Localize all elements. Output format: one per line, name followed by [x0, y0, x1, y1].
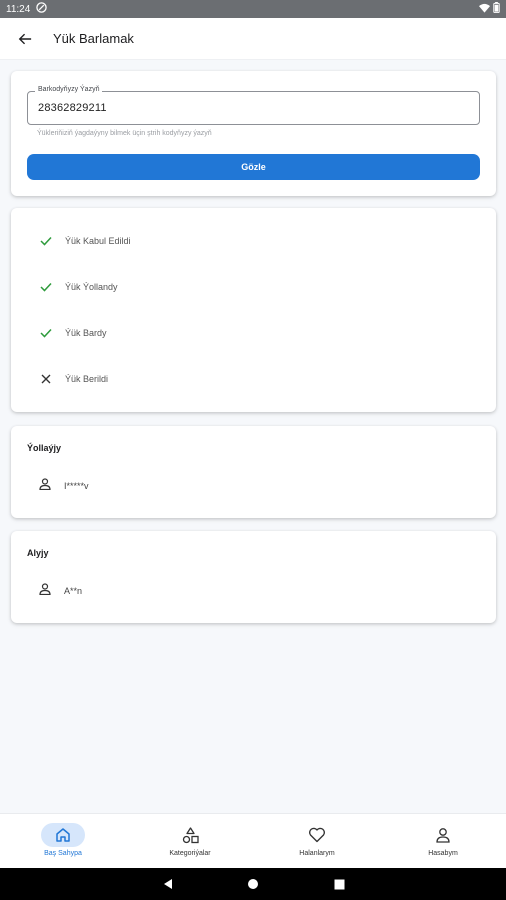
wifi-icon: [479, 3, 490, 16]
app-bar: Yük Barlamak: [0, 18, 506, 60]
receiver-card: Alyjy A**n: [11, 531, 496, 623]
person-icon: [39, 477, 51, 495]
check-icon: [39, 280, 53, 294]
status-row-arrived: Ýük Bardy: [39, 326, 107, 340]
system-home-icon[interactable]: [245, 876, 261, 892]
categories-icon[interactable]: [168, 823, 212, 847]
nav-item-categories[interactable]: Kategoriýalar: [140, 814, 240, 869]
shipment-status-card: Ýük Kabul Edildi Ýük Ýollandy Ýük Bardy …: [11, 208, 496, 412]
notification-icon: [36, 2, 48, 16]
home-icon[interactable]: [41, 823, 85, 847]
barcode-input-value[interactable]: 28362829211: [38, 102, 107, 114]
status-row-received: Ýük Kabul Edildi: [39, 234, 131, 248]
nav-item-home[interactable]: Baş Sahypa: [13, 814, 113, 869]
search-card: Barkodyňyzy Ýazyň 28362829211 Ýükleriňiz…: [11, 71, 496, 196]
close-icon: [39, 372, 53, 386]
system-back-icon[interactable]: [160, 876, 176, 892]
nav-label: Kategoriýalar: [169, 850, 211, 857]
system-navigation-bar: [0, 868, 506, 900]
search-button[interactable]: Gözle: [27, 154, 480, 180]
nav-item-favorites[interactable]: Halanlarym: [267, 814, 367, 869]
receiver-name: A**n: [64, 586, 83, 596]
nav-label: Baş Sahypa: [44, 850, 82, 857]
status-label: Ýük Ýollandy: [65, 282, 118, 292]
nav-item-account[interactable]: Hasabym: [393, 814, 493, 869]
receiver-title: Alyjy: [27, 548, 49, 558]
check-icon: [39, 234, 53, 248]
status-row-sent: Ýük Ýollandy: [39, 280, 118, 294]
sender-row: I*****v: [39, 477, 89, 495]
sender-title: Ýollaýjy: [27, 443, 62, 453]
person-icon: [39, 582, 51, 600]
heart-icon[interactable]: [295, 823, 339, 847]
check-icon: [39, 326, 53, 340]
barcode-input-label: Barkodyňyzy Ýazyň: [35, 86, 103, 93]
back-arrow-icon[interactable]: [14, 28, 36, 50]
page-title: Yük Barlamak: [53, 31, 134, 46]
status-label: Ýük Kabul Edildi: [65, 236, 131, 246]
system-status-bar: 11:24: [0, 0, 506, 18]
status-label: Ýük Berildi: [65, 374, 109, 384]
sender-card: Ýollaýjy I*****v: [11, 426, 496, 518]
status-label: Ýük Bardy: [65, 328, 107, 338]
barcode-helper-text: Ýükleriňiziň ýagdaýyny bilmek üçin ştrih…: [37, 130, 212, 137]
battery-icon: [493, 2, 500, 16]
sender-name: I*****v: [64, 481, 89, 491]
status-time: 11:24: [6, 3, 31, 15]
barcode-input[interactable]: Barkodyňyzy Ýazyň 28362829211: [27, 86, 480, 125]
status-row-delivered: Ýük Berildi: [39, 372, 108, 386]
bottom-navigation: Baş Sahypa Kategoriýalar Halanlarym Hasa…: [0, 813, 506, 868]
system-recents-icon[interactable]: [331, 876, 347, 892]
nav-label: Hasabym: [428, 850, 458, 857]
receiver-row: A**n: [39, 582, 82, 600]
nav-label: Halanlarym: [299, 850, 335, 857]
account-icon[interactable]: [421, 823, 465, 847]
